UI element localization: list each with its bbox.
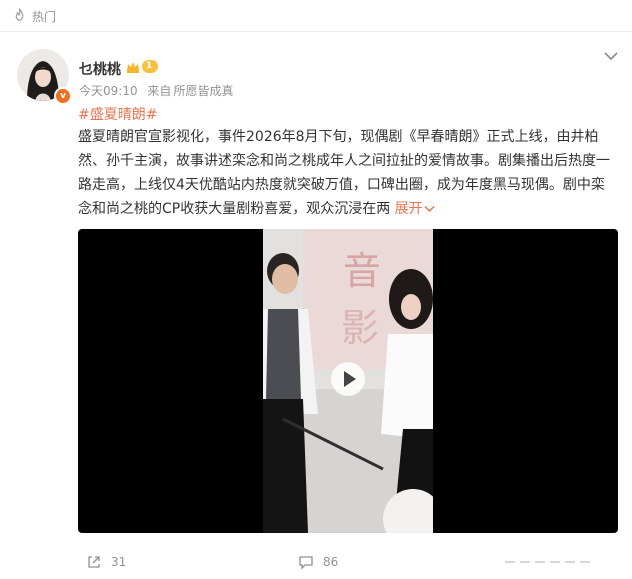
comment-count: 86 — [323, 555, 339, 569]
post-body: 盛夏晴朗官宣影视化，事件2026年8月下旬，现偶剧《早春晴朗》正式上线，由井柏然… — [78, 129, 610, 217]
dash — [535, 561, 545, 563]
post-source[interactable]: 所愿皆成真 — [173, 84, 233, 98]
share-icon — [88, 556, 100, 568]
comment-icon — [299, 556, 313, 570]
expand-button[interactable]: 展开 — [395, 201, 435, 217]
post-meta: 今天09:10 来自 所愿皆成真 — [79, 82, 237, 99]
hot-header: 热门 — [12, 5, 56, 27]
video-player[interactable]: 音 影 — [78, 229, 618, 533]
dash — [580, 561, 590, 563]
dash — [505, 561, 515, 563]
avatar[interactable]: v — [17, 49, 73, 105]
vip-level: 1 — [142, 60, 159, 73]
crown-icon — [127, 61, 139, 73]
author-name[interactable]: 乜桃桃 — [79, 59, 121, 79]
verified-badge-icon: v — [54, 87, 72, 105]
like-area-placeholder[interactable] — [505, 561, 590, 563]
expand-chevron-icon — [424, 205, 435, 213]
repost-count: 31 — [111, 555, 127, 569]
svg-text:影: 影 — [341, 306, 379, 350]
chevron-down-icon — [604, 52, 618, 61]
expand-label: 展开 — [394, 201, 423, 217]
dash — [550, 561, 560, 563]
dash — [565, 561, 575, 563]
hot-label: 热门 — [32, 9, 57, 24]
dash — [520, 561, 530, 563]
top-divider — [0, 31, 632, 32]
post-menu-button[interactable] — [603, 47, 619, 66]
vip-badge[interactable]: 1 — [126, 60, 159, 73]
hashtag-link[interactable]: #盛夏晴朗# — [78, 104, 157, 124]
svg-text:音: 音 — [343, 249, 381, 293]
post-text: 盛夏晴朗官宣影视化，事件2026年8月下旬，现偶剧《早春晴朗》正式上线，由井柏然… — [78, 125, 618, 221]
post-time[interactable]: 今天09:10 — [79, 84, 138, 98]
flame-icon — [12, 7, 27, 25]
play-icon[interactable] — [331, 362, 365, 396]
comment-button[interactable]: 86 — [298, 554, 338, 570]
source-prefix: 来自 — [147, 84, 172, 98]
repost-button[interactable]: 31 — [86, 554, 126, 570]
